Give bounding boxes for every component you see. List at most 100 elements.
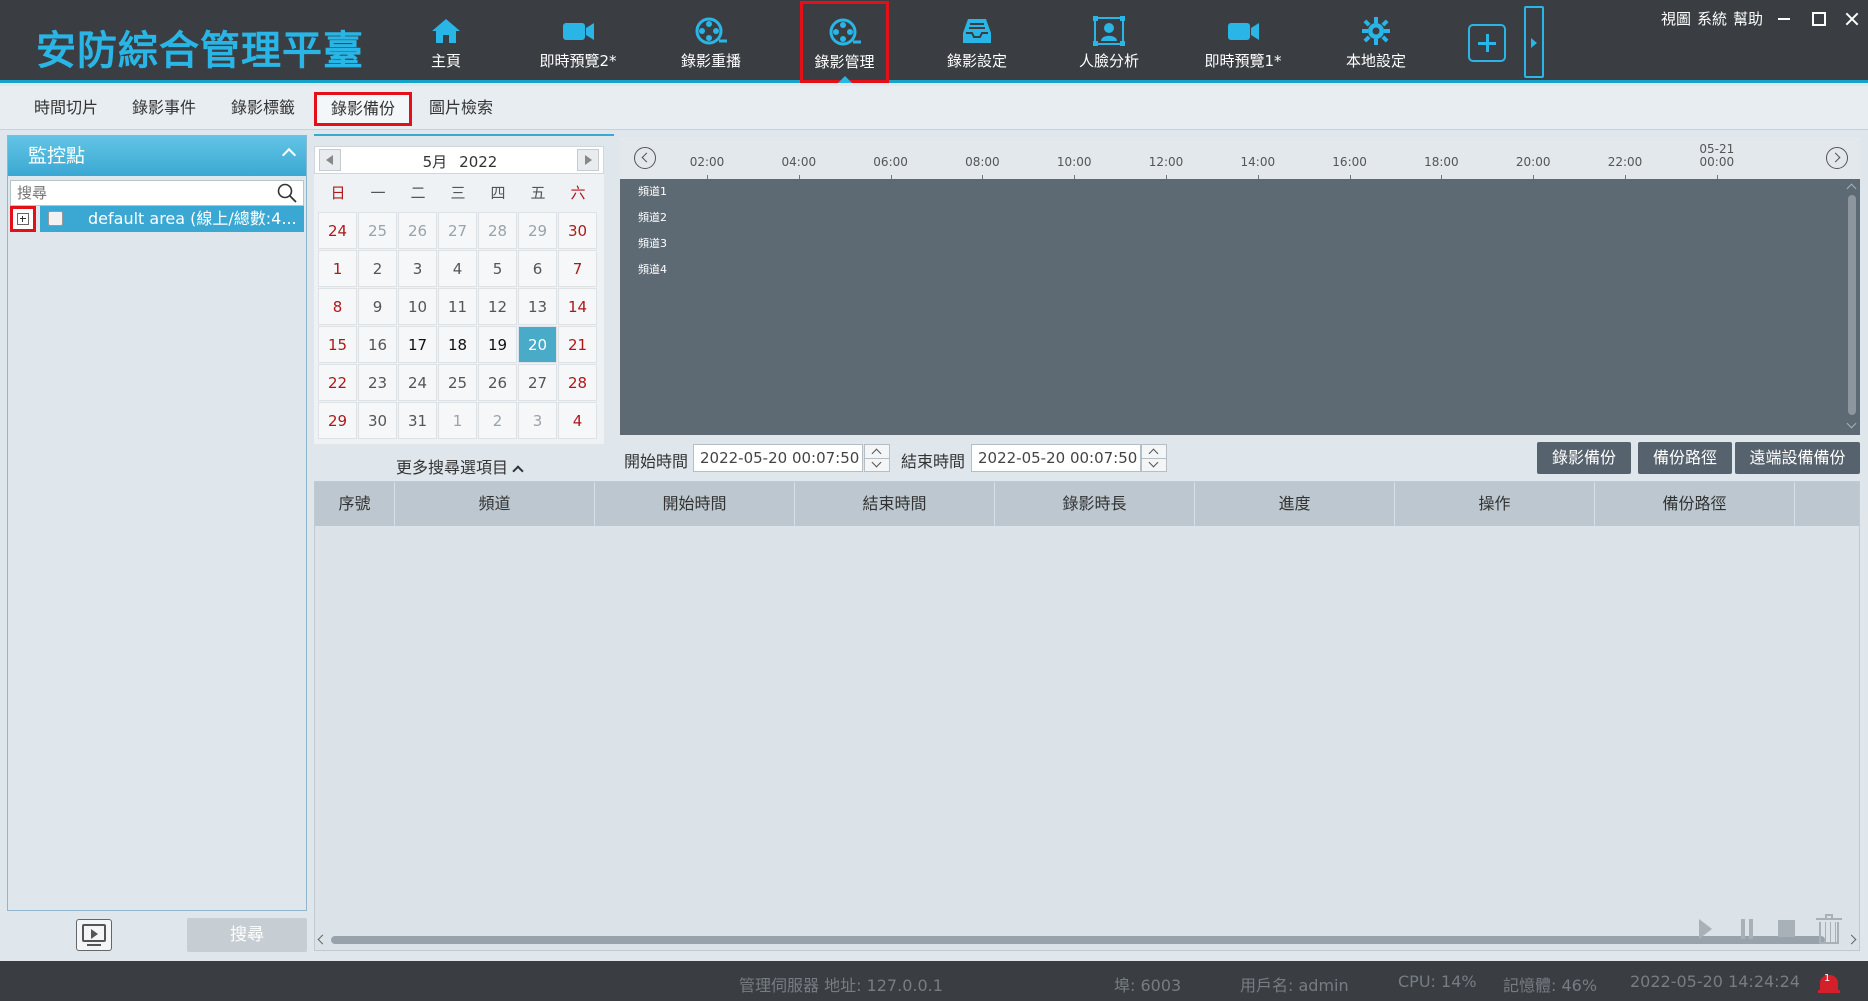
menu-help[interactable]: 幫助 — [1733, 10, 1763, 28]
more-search-options[interactable]: 更多搜尋選項目 — [396, 454, 524, 478]
column-header-duration[interactable]: 錄影時長 — [995, 482, 1195, 526]
tree-item-default-area[interactable]: default area (線上/總數:4... — [40, 206, 304, 232]
calendar-day[interactable]: 25 — [438, 364, 477, 401]
maximize-button[interactable] — [1807, 8, 1829, 30]
tree-checkbox[interactable] — [48, 211, 63, 226]
nav-live-view-1[interactable]: 即時預覽1* — [1183, 4, 1303, 80]
tab-record-tags[interactable]: 錄影標籤 — [217, 92, 309, 126]
search-icon[interactable] — [277, 183, 297, 203]
alarm-bell-icon[interactable]: 1 — [1818, 971, 1840, 995]
nav-local-settings[interactable]: 本地設定 — [1316, 4, 1436, 80]
device-search-input[interactable] — [11, 181, 261, 205]
calendar-day[interactable]: 30 — [558, 212, 597, 249]
calendar-day[interactable]: 14 — [558, 288, 597, 325]
calendar-day[interactable]: 15 — [318, 326, 357, 363]
calendar-day[interactable]: 25 — [358, 212, 397, 249]
expand-tree-button[interactable] — [10, 206, 36, 232]
calendar-day[interactable]: 21 — [558, 326, 597, 363]
calendar-day[interactable]: 5 — [478, 250, 517, 287]
calendar-day[interactable]: 31 — [398, 402, 437, 439]
nav-record-management[interactable]: 錄影管理 — [800, 1, 889, 83]
timeline-scrollbar[interactable] — [1846, 181, 1858, 431]
calendar-day[interactable]: 20 — [518, 326, 557, 363]
start-time-input[interactable]: 2022-05-20 00:07:50 — [693, 444, 863, 472]
trash-icon[interactable] — [1816, 914, 1842, 944]
minimize-button[interactable] — [1773, 8, 1795, 30]
calendar-day[interactable]: 9 — [358, 288, 397, 325]
nav-live-view-2[interactable]: 即時預覽2* — [518, 4, 638, 80]
column-header-operation[interactable]: 操作 — [1395, 482, 1595, 526]
calendar-day[interactable]: 29 — [518, 212, 557, 249]
playback-monitor-button[interactable] — [76, 919, 112, 951]
nav-record-settings[interactable]: 錄影設定 — [917, 4, 1037, 80]
calendar-day[interactable]: 27 — [438, 212, 477, 249]
close-button[interactable] — [1841, 8, 1863, 30]
calendar-day[interactable]: 11 — [438, 288, 477, 325]
timeline-body[interactable]: 頻道1 頻道2 頻道3 頻道4 — [620, 179, 1860, 435]
menu-view[interactable]: 視圖 — [1661, 10, 1691, 28]
column-header-backup-path[interactable]: 備份路徑 — [1595, 482, 1795, 526]
calendar-day[interactable]: 17 — [398, 326, 437, 363]
calendar-day[interactable]: 16 — [358, 326, 397, 363]
column-header-index[interactable]: 序號 — [315, 482, 395, 526]
record-backup-button[interactable]: 錄影備份 — [1537, 442, 1631, 474]
timeline-prev-icon[interactable] — [634, 147, 656, 169]
tab-time-slice[interactable]: 時間切片 — [20, 92, 112, 126]
calendar-day[interactable]: 4 — [558, 402, 597, 439]
calendar-day[interactable]: 28 — [558, 364, 597, 401]
calendar-day[interactable]: 24 — [318, 212, 357, 249]
search-button[interactable]: 搜尋 — [187, 918, 307, 952]
nav-playback[interactable]: 錄影重播 — [651, 4, 771, 80]
timeline-tick: 12:00 — [1148, 155, 1184, 169]
calendar-day[interactable]: 26 — [398, 212, 437, 249]
table-horizontal-scrollbar[interactable] — [315, 934, 1859, 946]
calendar-day[interactable]: 8 — [318, 288, 357, 325]
play-icon[interactable] — [1693, 916, 1717, 942]
calendar-day[interactable]: 19 — [478, 326, 517, 363]
end-time-stepper[interactable] — [1141, 444, 1167, 472]
next-month-button[interactable] — [577, 149, 599, 171]
calendar-day[interactable]: 18 — [438, 326, 477, 363]
column-header-start-time[interactable]: 開始時間 — [595, 482, 795, 526]
end-time-input[interactable]: 2022-05-20 00:07:50 — [971, 444, 1141, 472]
tab-record-events[interactable]: 錄影事件 — [118, 92, 210, 126]
calendar-day[interactable]: 3 — [518, 402, 557, 439]
calendar-day[interactable]: 12 — [478, 288, 517, 325]
calendar-day[interactable]: 24 — [398, 364, 437, 401]
calendar-day[interactable]: 6 — [518, 250, 557, 287]
column-header-end-time[interactable]: 結束時間 — [795, 482, 995, 526]
timeline-next-icon[interactable] — [1826, 147, 1848, 169]
chevron-up-icon[interactable] — [281, 147, 297, 163]
calendar-day[interactable]: 1 — [438, 402, 477, 439]
tab-record-backup[interactable]: 錄影備份 — [314, 92, 413, 126]
calendar-day[interactable]: 22 — [318, 364, 357, 401]
calendar-day[interactable]: 23 — [358, 364, 397, 401]
calendar-day[interactable]: 29 — [318, 402, 357, 439]
add-tab-button[interactable] — [1468, 24, 1506, 62]
calendar-day[interactable]: 2 — [478, 402, 517, 439]
backup-path-button[interactable]: 備份路徑 — [1638, 442, 1732, 474]
tab-image-search[interactable]: 圖片檢索 — [415, 92, 507, 126]
menu-system[interactable]: 系統 — [1697, 10, 1727, 28]
pause-icon[interactable] — [1735, 916, 1759, 942]
calendar-day[interactable]: 7 — [558, 250, 597, 287]
column-header-channel[interactable]: 頻道 — [395, 482, 595, 526]
calendar-day[interactable]: 13 — [518, 288, 557, 325]
remote-device-backup-button[interactable]: 遠端設備備份 — [1735, 442, 1860, 474]
calendar-day[interactable]: 26 — [478, 364, 517, 401]
nav-home[interactable]: 主頁 — [386, 4, 506, 80]
calendar-day[interactable]: 30 — [358, 402, 397, 439]
nav-face-analysis[interactable]: 人臉分析 — [1049, 4, 1169, 80]
column-header-progress[interactable]: 進度 — [1195, 482, 1395, 526]
prev-month-button[interactable] — [319, 149, 341, 171]
calendar-day[interactable]: 28 — [478, 212, 517, 249]
calendar-day[interactable]: 3 — [398, 250, 437, 287]
stop-icon[interactable] — [1774, 916, 1798, 942]
calendar-day[interactable]: 4 — [438, 250, 477, 287]
calendar-day[interactable]: 1 — [318, 250, 357, 287]
calendar-day[interactable]: 2 — [358, 250, 397, 287]
start-time-stepper[interactable] — [864, 444, 890, 472]
calendar-day[interactable]: 27 — [518, 364, 557, 401]
more-tabs-button[interactable] — [1524, 6, 1544, 78]
calendar-day[interactable]: 10 — [398, 288, 437, 325]
